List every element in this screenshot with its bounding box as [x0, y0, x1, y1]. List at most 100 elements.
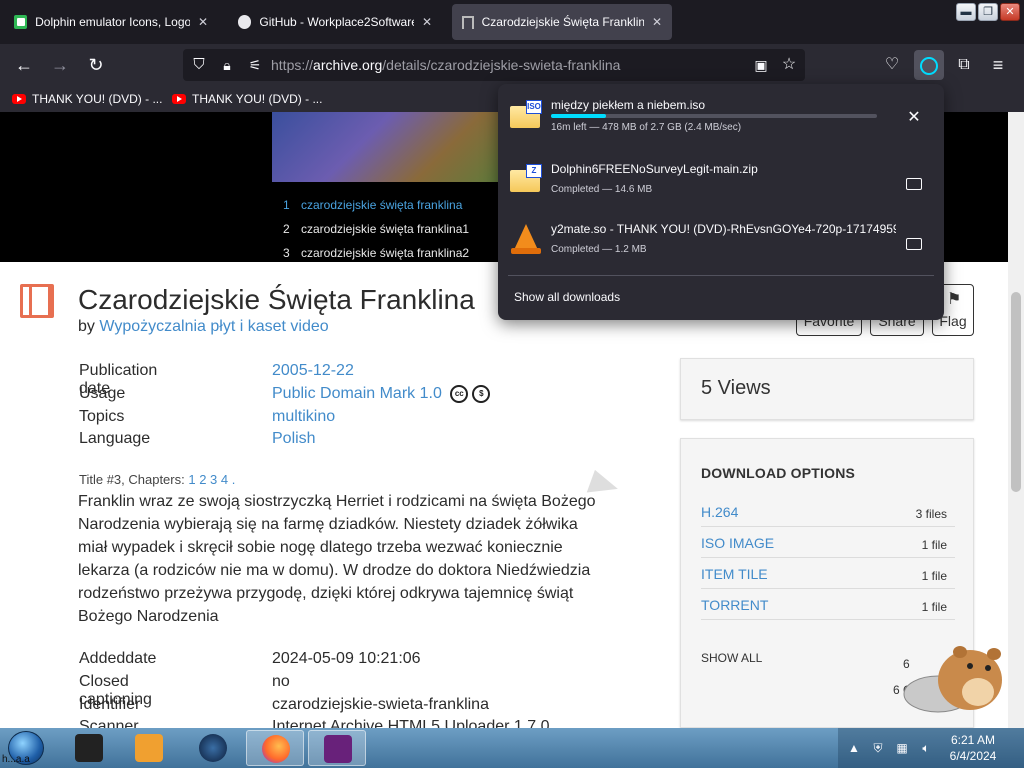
by-label: by — [78, 318, 95, 335]
tab-bar: Dolphin emulator Icons, Logos, ✕ GitHub … — [0, 0, 1024, 44]
metadata-value-link[interactable]: multikino — [272, 408, 335, 426]
pocket-icon[interactable]: ♡ — [880, 53, 904, 77]
youtube-icon — [12, 94, 26, 104]
defender-icon[interactable]: ⛨ — [866, 736, 890, 760]
format-link[interactable]: ISO IMAGE — [701, 535, 774, 551]
format-link[interactable]: TORRENT — [701, 597, 768, 613]
volume-icon[interactable]: 🔈︎ — [914, 736, 938, 760]
metadata-value: no — [272, 673, 290, 690]
download-options-title: DOWNLOAD OPTIONS — [701, 465, 856, 481]
hamster-sticker-image — [903, 646, 1002, 713]
download-format-row[interactable]: TORRENT 1 file — [701, 589, 955, 620]
permissions-icon[interactable]: ⚟ — [243, 53, 267, 77]
download-format-row[interactable]: ITEM TILE 1 file — [701, 558, 955, 589]
metadata-key: Addeddate — [79, 650, 157, 667]
downloads-icon[interactable] — [914, 50, 944, 80]
zip-file-icon: Z — [510, 164, 542, 192]
bookmark-item[interactable]: THANK YOU! (DVD) - ... — [12, 92, 162, 106]
file-count: 1 file — [921, 600, 947, 614]
playlist-item[interactable]: 3 czarodziejskie święta franklina2 — [283, 246, 469, 260]
chapters-label: Title #3, Chapters: — [79, 472, 185, 487]
bookmark-star-icon[interactable]: ☆ — [777, 53, 801, 77]
taskbar-app[interactable] — [184, 730, 242, 766]
lock-icon[interactable]: 🔒︎ — [215, 53, 239, 77]
playlist-number: 3 — [283, 246, 290, 260]
scrollbar-thumb[interactable] — [1011, 292, 1021, 492]
url-text[interactable]: https://archive.org/details/czarodziejsk… — [271, 57, 620, 73]
movie-film-icon — [20, 284, 54, 318]
close-icon[interactable]: ✕ — [422, 15, 432, 29]
video-frame[interactable] — [272, 112, 504, 182]
address-bar[interactable]: ⛉ 🔒︎ ⚟ https://archive.org/details/czaro… — [183, 49, 805, 81]
close-icon[interactable]: ✕ — [652, 15, 662, 29]
bookmark-item[interactable]: THANK YOU! (DVD) - ... — [172, 92, 322, 106]
minimize-button[interactable]: ▬ — [956, 3, 976, 21]
taskbar-app[interactable] — [60, 730, 118, 766]
taskbar-app-firefox[interactable] — [246, 730, 304, 766]
bookmark-label: THANK YOU! (DVD) - ... — [32, 92, 163, 106]
format-link[interactable]: H.264 — [701, 504, 738, 520]
reload-icon[interactable]: ↻ — [84, 53, 108, 77]
progress-fill — [551, 114, 607, 118]
iso-file-icon: ISO — [510, 100, 542, 128]
download-item[interactable]: ISO między piekłem a niebem.iso 16m left… — [508, 90, 934, 148]
menu-icon[interactable]: ≡ — [986, 53, 1010, 77]
reader-view-icon[interactable]: ▣ — [749, 53, 773, 77]
views-card: 5 Views — [680, 358, 974, 420]
download-format-row[interactable]: H.264 3 files — [701, 496, 955, 527]
forward-icon[interactable]: → — [48, 53, 72, 77]
download-item[interactable]: Z Dolphin6FREENoSurveyLegit-main.zip Com… — [508, 154, 934, 212]
tab-archive-active[interactable]: Czarodziejskie Święta Franklina ✕ — [452, 4, 672, 40]
navigation-bar: ← → ↻ ⛉ 🔒︎ ⚟ https://archive.org/details… — [0, 44, 1024, 86]
creative-commons-icon: cc — [450, 385, 469, 403]
open-folder-icon[interactable] — [906, 178, 922, 190]
url-host: archive.org — [313, 57, 383, 73]
tab-dolphin-icons[interactable]: Dolphin emulator Icons, Logos, ✕ — [4, 4, 218, 40]
chapters-line: Title #3, Chapters: 1 2 3 4 . — [79, 472, 235, 487]
show-hidden-icons-icon[interactable]: ▲ — [842, 736, 866, 760]
tab-github[interactable]: GitHub - Workplace2Software/ ✕ — [228, 4, 442, 40]
download-format-row[interactable]: ISO IMAGE 1 file — [701, 527, 955, 558]
playlist-item[interactable]: 1 czarodziejskie święta franklina — [283, 198, 462, 212]
license-link[interactable]: Public Domain Mark 1.0 — [272, 385, 442, 402]
show-all-link[interactable]: SHOW ALL — [701, 651, 762, 665]
playlist-item[interactable]: 2 czarodziejskie święta franklina1 — [283, 222, 469, 236]
page-scrollbar[interactable] — [1008, 112, 1024, 728]
playlist-title: czarodziejskie święta franklina2 — [301, 246, 470, 260]
metadata-key: Scanner — [79, 718, 139, 728]
shield-icon[interactable]: ⛉ — [187, 53, 211, 77]
taskbar-app-visual-studio[interactable] — [308, 730, 366, 766]
show-all-downloads-button[interactable]: Show all downloads — [514, 290, 620, 304]
restore-button[interactable]: ❐ — [978, 3, 998, 21]
metadata-value: Public Domain Mark 1.0 cc $ — [272, 385, 491, 403]
network-icon[interactable]: ▦ — [890, 736, 914, 760]
download-status: 16m left — 478 MB of 2.7 GB (2.4 MB/sec) — [551, 122, 742, 133]
metadata-value-link[interactable]: 2005-12-22 — [272, 362, 354, 380]
format-link[interactable]: ITEM TILE — [701, 566, 768, 582]
flag-label: Flag — [939, 313, 967, 329]
firefox-icon — [262, 735, 290, 763]
download-status: Completed — 14.6 MB — [551, 184, 653, 195]
item-description: Franklin wraz ze swoją siostrzyczką Herr… — [78, 493, 596, 625]
metadata-value: Internet Archive HTML5 Uploader 1.7.0 — [272, 718, 550, 728]
extensions-icon[interactable]: ⧉ — [952, 53, 976, 77]
chapter-links[interactable]: 1 2 3 4 . — [188, 472, 235, 487]
visual-studio-icon — [324, 735, 352, 763]
tab-label: Czarodziejskie Święta Franklina — [481, 15, 644, 29]
window-close-button[interactable]: ✕ — [1000, 3, 1020, 21]
metadata-value: czarodziejskie-swieta-franklina — [272, 696, 489, 713]
archive-icon — [462, 15, 474, 29]
close-icon[interactable]: ✕ — [198, 15, 208, 29]
public-domain-icon: $ — [472, 385, 491, 403]
open-folder-icon[interactable] — [906, 238, 922, 250]
cancel-download-icon[interactable]: ✕ — [904, 108, 924, 128]
bookmark-label: THANK YOU! (DVD) - ... — [192, 92, 323, 106]
back-icon[interactable]: ← — [12, 53, 36, 77]
metadata-key: Topics — [79, 408, 125, 425]
clock[interactable]: 6:21 AM 6/4/2024 — [940, 732, 1006, 764]
taskbar-app[interactable] — [120, 730, 178, 766]
creator-link[interactable]: Wypożyczalnia płyt i kaset video — [99, 318, 328, 335]
download-item[interactable]: y2mate.so - THANK YOU! (DVD)-RhEvsnGOYe4… — [508, 214, 934, 272]
metadata-value-link[interactable]: Polish — [272, 430, 316, 448]
taskbar: h...a.a ▲ ⛨ ▦ 🔈︎ 6:21 AM 6/4/2024 — [0, 728, 1024, 768]
